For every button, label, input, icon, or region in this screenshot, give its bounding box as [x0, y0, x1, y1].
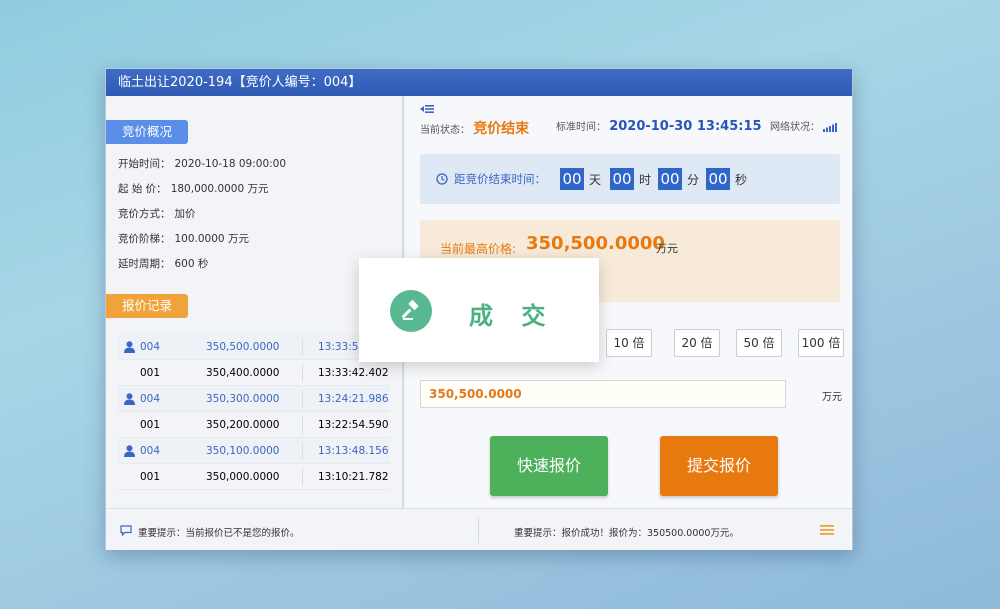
records-heading: 报价记录	[106, 294, 189, 318]
list-icon[interactable]	[820, 525, 834, 535]
submit-bid-button[interactable]: 提交报价	[660, 436, 778, 496]
info-value: 加价	[174, 208, 196, 220]
deal-badge	[390, 290, 432, 332]
bid-price: 350,500.0000	[206, 341, 280, 353]
info-start-price: 起 始 价： 180,000.0000 万元	[118, 181, 269, 196]
countdown-minutes: 00 分	[658, 168, 699, 190]
list-item: 001 350,200.0000 13:22:54.590	[118, 412, 390, 438]
highest-price-value: 350,500.0000	[526, 233, 665, 254]
footer-left-tip: 重要提示：当前报价已不是您的报价。	[138, 528, 300, 539]
overview-heading: 竞价概况	[106, 120, 189, 144]
bid-price-input[interactable]: 350,500.0000	[420, 380, 786, 408]
bidder-number: 004	[140, 393, 161, 405]
minutes-unit: 分	[687, 173, 700, 187]
info-bid-method: 竞价方式： 加价	[118, 206, 196, 221]
info-label: 开始时间：	[118, 158, 171, 170]
multiplier-100-button[interactable]: 100 倍	[798, 329, 844, 357]
bid-price: 350,400.0000	[206, 367, 280, 379]
bidder-number: 004	[140, 445, 161, 457]
standard-time: 标准时间： 2020-10-30 13:45:15	[556, 118, 762, 134]
message-icon	[120, 525, 132, 536]
highest-price-unit: 万元	[656, 242, 678, 255]
list-item: 001 350,000.0000 13:10:21.782	[118, 464, 390, 490]
list-item: 004 350,500.0000 13:33:59.6	[118, 334, 390, 360]
info-label: 竞价阶梯：	[118, 233, 171, 245]
bidder-number: 001	[140, 419, 161, 431]
network-status: 网络状况：	[770, 118, 838, 133]
footer-right-tip: 重要提示：报价成功！报价为：350500.0000万元。	[514, 528, 739, 539]
countdown-days: 00 天	[560, 168, 601, 190]
hours-value: 00	[610, 168, 634, 190]
bid-price: 350,300.0000	[206, 393, 280, 405]
countdown-panel: 距竞价结束时间： 00 天 00 时 00 分 00 秒	[420, 154, 840, 204]
bid-price-unit: 万元	[822, 392, 842, 403]
info-label: 延时周期：	[118, 258, 171, 270]
deal-text: 成 交	[469, 302, 556, 330]
status-label: 当前状态：	[420, 125, 470, 136]
bid-records-list[interactable]: 004 350,500.0000 13:33:59.6 001 350,400.…	[118, 334, 390, 490]
clock-icon	[436, 173, 448, 185]
seconds-unit: 秒	[735, 173, 748, 187]
bid-time: 13:10:21.782	[318, 471, 389, 483]
list-item: 004 350,100.0000 13:13:48.156	[118, 438, 390, 464]
status-value: 竞价结束	[473, 121, 530, 137]
multiplier-20-button[interactable]: 20 倍	[674, 329, 720, 357]
bid-time: 13:33:42.402	[318, 367, 389, 379]
quick-bid-button[interactable]: 快速报价	[490, 436, 608, 496]
user-icon	[124, 445, 135, 457]
bid-price: 350,100.0000	[206, 445, 280, 457]
multiplier-10-button[interactable]: 10 倍	[606, 329, 652, 357]
bid-time: 13:22:54.590	[318, 419, 389, 431]
days-value: 00	[560, 168, 584, 190]
info-start-time: 开始时间： 2020-10-18 09:00:00	[118, 156, 286, 171]
info-bid-step: 竞价阶梯： 100.0000 万元	[118, 231, 249, 246]
info-value: 180,000.0000 万元	[170, 183, 269, 195]
info-value: 2020-10-18 09:00:00	[174, 158, 287, 170]
std-time-label: 标准时间：	[556, 122, 606, 133]
info-value: 100.0000 万元	[174, 233, 249, 245]
list-item: 004 350,300.0000 13:24:21.986	[118, 386, 390, 412]
bidder-number: 001	[140, 367, 161, 379]
info-label: 竞价方式：	[118, 208, 171, 220]
countdown-label: 距竞价结束时间：	[454, 172, 546, 186]
days-unit: 天	[589, 173, 602, 187]
column-divider	[302, 416, 303, 434]
bid-price: 350,200.0000	[206, 419, 280, 431]
std-time-value: 2020-10-30 13:45:15	[609, 119, 762, 134]
signal-icon	[823, 122, 838, 132]
list-item: 001 350,400.0000 13:33:42.402	[118, 360, 390, 386]
countdown-seconds: 00 秒	[706, 168, 747, 190]
seconds-value: 00	[706, 168, 730, 190]
column-divider	[302, 468, 303, 486]
hours-unit: 时	[639, 173, 652, 187]
user-icon	[124, 341, 135, 353]
bid-price: 350,000.0000	[206, 471, 280, 483]
user-icon	[124, 393, 135, 405]
info-label: 起 始 价：	[118, 183, 167, 195]
footer-bar: 重要提示：当前报价已不是您的报价。 重要提示：报价成功！报价为：350500.0…	[106, 508, 852, 550]
column-divider	[302, 364, 303, 382]
bidder-number: 001	[140, 471, 161, 483]
current-status: 当前状态： 竞价结束	[420, 118, 529, 138]
bid-time: 13:13:48.156	[318, 445, 389, 457]
column-divider	[302, 442, 303, 460]
bid-time: 13:24:21.986	[318, 393, 389, 405]
network-label: 网络状况：	[770, 122, 820, 133]
window-title: 临土出让2020-194【竞价人编号：004】	[106, 69, 852, 96]
info-delay-period: 延时周期： 600 秒	[118, 256, 208, 271]
footer-divider	[478, 517, 479, 543]
column-divider	[302, 390, 303, 408]
gavel-icon	[401, 300, 419, 320]
collapse-menu-icon[interactable]	[420, 104, 434, 114]
multiplier-50-button[interactable]: 50 倍	[736, 329, 782, 357]
countdown-hours: 00 时	[610, 168, 651, 190]
highest-price-label: 当前最高价格:	[440, 242, 517, 256]
info-value: 600 秒	[174, 258, 209, 270]
deal-popup: 成 交	[359, 258, 599, 362]
column-divider	[302, 338, 303, 356]
bidder-number: 004	[140, 341, 161, 353]
minutes-value: 00	[658, 168, 682, 190]
